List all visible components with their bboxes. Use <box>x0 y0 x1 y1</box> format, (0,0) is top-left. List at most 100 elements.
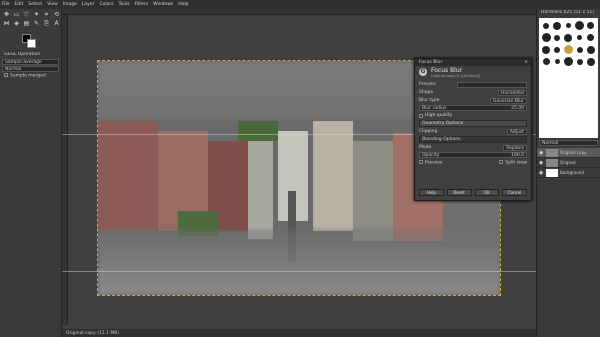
brush-preset[interactable] <box>542 45 551 54</box>
mode-option[interactable]: Normal <box>2 66 59 72</box>
brush-preset[interactable] <box>575 21 585 30</box>
opacity-slider[interactable]: Opacity 100.0 <box>419 152 527 158</box>
eye-icon[interactable]: ◉ <box>539 160 544 166</box>
crop-icon[interactable]: ⌗ <box>42 11 51 19</box>
warp-icon[interactable]: ⋈ <box>2 20 11 28</box>
brush-preset[interactable] <box>586 45 595 54</box>
text-icon[interactable]: A <box>52 20 61 28</box>
menu-image[interactable]: Image <box>63 2 77 7</box>
gradient-icon[interactable]: ▤ <box>22 20 31 28</box>
horizontal-ruler[interactable] <box>62 9 536 15</box>
brush-preset[interactable] <box>543 22 550 29</box>
close-icon[interactable]: × <box>524 59 528 66</box>
brush-preset[interactable] <box>554 34 561 41</box>
clipping-dropdown[interactable]: Adjust <box>506 128 527 135</box>
menu-bar: File Edit Select View Image Layer Colors… <box>0 0 600 9</box>
menu-view[interactable]: View <box>47 2 58 7</box>
transform-icon[interactable]: ⟲ <box>52 11 61 19</box>
move-tool-icon[interactable]: ✥ <box>2 11 11 19</box>
brush-preset[interactable] <box>586 57 595 66</box>
brush-preset[interactable] <box>587 22 595 29</box>
background-color[interactable] <box>27 39 36 48</box>
status-bar: Original copy (11.1 MB) <box>62 329 536 337</box>
help-button[interactable]: Help <box>419 189 444 196</box>
brush-preset[interactable] <box>541 33 551 42</box>
gegl-logo-icon: G <box>419 68 427 76</box>
color-swatches[interactable] <box>22 34 42 50</box>
blur-type-dropdown[interactable]: Gaussian Blur <box>489 97 527 104</box>
menu-filters[interactable]: Filters <box>135 2 149 7</box>
preview-toggle[interactable]: Preview <box>419 159 443 165</box>
menu-tools[interactable]: Tools <box>119 2 130 7</box>
mode-dropdown[interactable]: Replace <box>503 144 527 151</box>
menu-windows[interactable]: Windows <box>153 2 173 7</box>
layer-row[interactable]: ◉ Original copy <box>537 148 600 158</box>
menu-edit[interactable]: Edit <box>15 2 24 7</box>
sample-merged-checkbox[interactable] <box>4 73 8 77</box>
clone-icon[interactable]: ⎘ <box>42 20 51 28</box>
building <box>353 141 393 241</box>
layer-thumbnail <box>546 148 558 157</box>
presets-dropdown[interactable] <box>457 81 527 88</box>
fuzzy-select-icon[interactable]: ✦ <box>32 11 41 19</box>
layer-row[interactable]: ◉ Background <box>537 168 600 178</box>
cancel-button[interactable]: Cancel <box>502 189 527 196</box>
toolbox-dock: ✥ ▭ ➰ ✦ ⌗ ⟲ ⋈ ◈ ▤ ✎ ⎘ A GEGL Operation S… <box>0 9 62 337</box>
dialog-titlebar[interactable]: Focus Blur × <box>415 59 531 66</box>
sample-merged-option[interactable]: Sample merged <box>2 73 59 79</box>
focus-blur-dialog: Focus Blur × G Focus Blur Original copy-… <box>414 58 532 201</box>
bucket-icon[interactable]: ◈ <box>12 20 21 28</box>
toolbox: ✥ ▭ ➰ ✦ ⌗ ⟲ ⋈ ◈ ▤ ✎ ⎘ A <box>0 9 61 30</box>
eye-icon[interactable]: ◉ <box>539 170 544 176</box>
brush-preset[interactable] <box>564 33 573 42</box>
menu-help[interactable]: Help <box>178 2 188 7</box>
brush-preset[interactable] <box>577 35 583 40</box>
layer-mode-dropdown[interactable]: Normal <box>539 140 598 146</box>
shape-dropdown[interactable]: Horizontal <box>498 89 527 96</box>
dialog-subheading: Original copy-01 ([Untitled]) <box>431 74 481 78</box>
blur-radius-value: 25.00 <box>511 105 524 111</box>
right-dock: Hardness 025 (51 x 51) Normal ◉ Original… <box>536 9 600 337</box>
menu-layer[interactable]: Layer <box>82 2 95 7</box>
brush-preset[interactable] <box>554 46 561 53</box>
menu-select[interactable]: Select <box>28 2 42 7</box>
status-layer: Original copy (11.1 MB) <box>66 330 120 336</box>
brush-preset[interactable] <box>542 58 550 65</box>
brush-preset[interactable] <box>576 58 583 65</box>
brush-preset[interactable] <box>563 57 573 66</box>
layer-row[interactable]: ◉ Original <box>537 158 600 168</box>
building <box>313 121 353 231</box>
split-view-checkbox[interactable] <box>499 159 504 164</box>
building <box>248 139 273 239</box>
lasso-icon[interactable]: ➰ <box>22 11 31 19</box>
preview-checkbox[interactable] <box>419 159 423 164</box>
vertical-ruler[interactable] <box>62 15 68 325</box>
sample-average-option[interactable]: Sample average <box>2 59 59 65</box>
brush-icon[interactable]: ✎ <box>32 20 41 28</box>
high-quality-checkbox[interactable] <box>419 113 423 118</box>
brush-preset[interactable] <box>553 21 562 30</box>
blur-radius-slider[interactable]: Blur radius 25.00 <box>419 105 527 111</box>
rect-select-icon[interactable]: ▭ <box>12 11 21 19</box>
high-quality-toggle[interactable]: High quality <box>419 112 527 119</box>
geometry-options-section[interactable]: Geometry Options <box>419 120 527 127</box>
brush-preset[interactable] <box>565 23 571 28</box>
menu-file[interactable]: File <box>2 2 10 7</box>
eye-icon[interactable]: ◉ <box>539 150 544 156</box>
trees <box>238 121 278 141</box>
ok-button[interactable]: OK <box>474 189 500 196</box>
split-view-toggle[interactable]: Split view <box>499 159 527 165</box>
guide-line <box>62 271 536 272</box>
menu-colors[interactable]: Colors <box>99 2 113 7</box>
blending-options-section[interactable]: Blending Options <box>419 136 527 143</box>
layer-thumbnail <box>546 168 558 177</box>
brush-preset[interactable] <box>554 59 560 64</box>
tool-options-title: GEGL Operation <box>4 52 41 57</box>
layer-thumbnail <box>546 158 558 167</box>
blur-type-label: Blur type <box>419 98 440 103</box>
reset-button[interactable]: Reset <box>446 189 472 196</box>
brush-preset[interactable] <box>587 34 595 41</box>
mode-label: Mode <box>419 145 432 150</box>
brush-preset[interactable] <box>563 45 573 54</box>
brush-preset[interactable] <box>576 46 583 53</box>
